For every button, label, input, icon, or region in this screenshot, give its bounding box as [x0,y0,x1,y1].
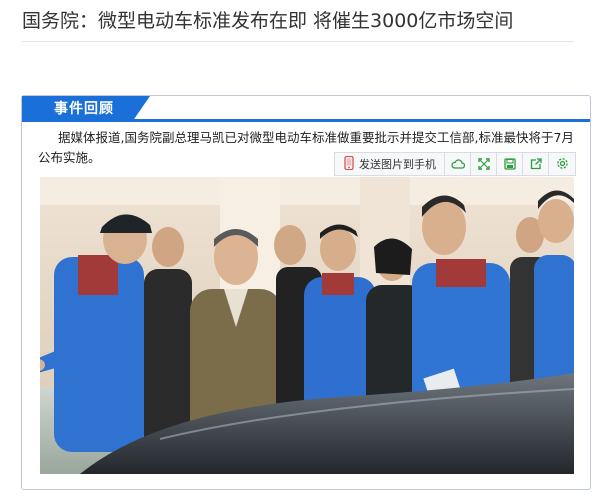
section-title: 事件回顾 [54,101,114,117]
send-to-phone-button[interactable]: 发送图片到手机 [335,153,445,175]
save-button[interactable] [497,153,523,175]
settings-icon [556,155,569,174]
news-photo [40,177,574,474]
phone-icon [343,155,355,173]
send-to-phone-label: 发送图片到手机 [359,158,436,171]
cloud-button[interactable] [445,153,471,175]
save-icon [503,155,516,174]
headline-divider [22,41,574,42]
article-headline: 国务院：微型电动车标准发布在即 将催生3000亿市场空间 [22,10,514,32]
event-card: 事件回顾 据媒体报道,国务院副总理马凯已对微型电动车标准做重要批示并提交工信部,… [21,95,591,490]
share-icon [530,155,542,174]
section-header: 事件回顾 [22,96,590,122]
cloud-icon [450,155,465,174]
fullscreen-icon [477,155,490,174]
fullscreen-button[interactable] [471,153,497,175]
image-toolbar: 发送图片到手机 [334,152,576,176]
share-button[interactable] [523,153,549,175]
settings-button[interactable] [549,153,575,175]
